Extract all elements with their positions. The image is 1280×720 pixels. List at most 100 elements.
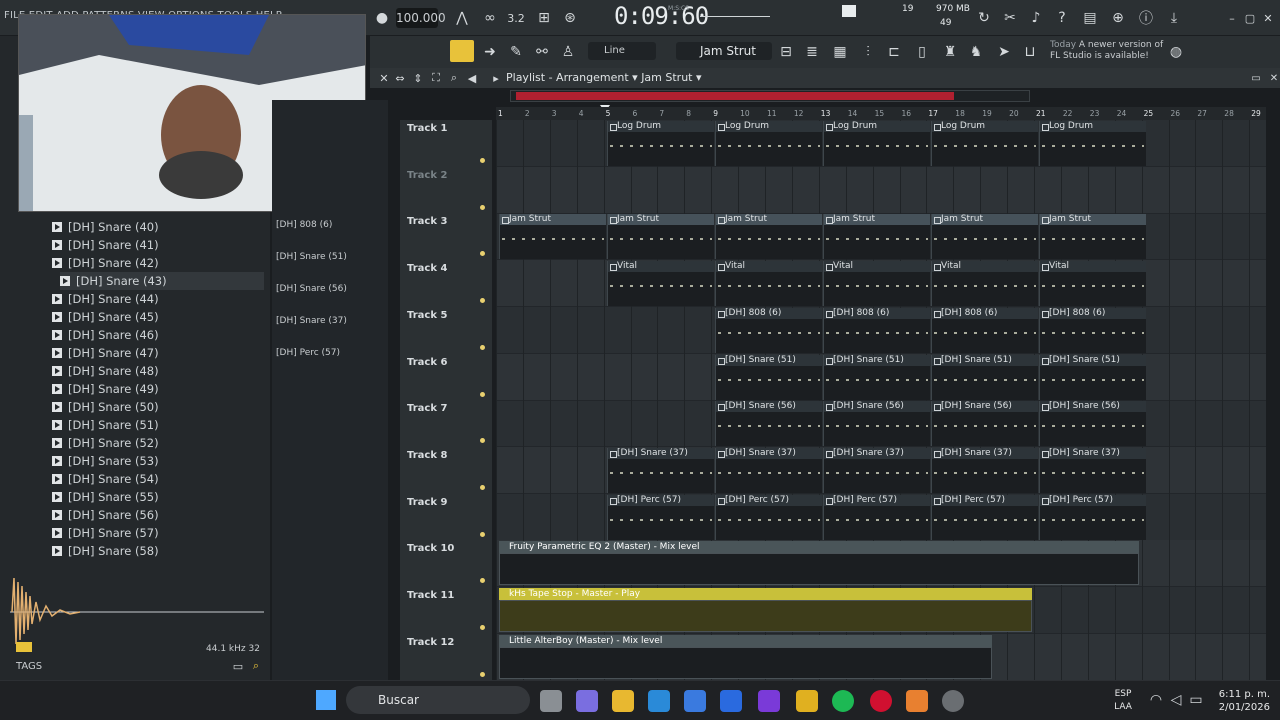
overdub-icon[interactable]: ⊛: [560, 8, 580, 28]
pattern-clip[interactable]: Vital: [1039, 261, 1146, 307]
play-arrow-icon[interactable]: [52, 240, 62, 250]
track-led-icon[interactable]: [480, 438, 485, 444]
zoom-vertical-icon[interactable]: ⇕: [408, 68, 428, 88]
pattern-clip[interactable]: Log Drum: [1039, 121, 1146, 166]
track-label[interactable]: Track 12: [407, 637, 454, 648]
cart-icon[interactable]: ⊔: [1020, 42, 1040, 62]
browser-item[interactable]: [DH] Snare (56): [52, 506, 159, 524]
globe-icon[interactable]: ◍: [1166, 42, 1186, 62]
browser-item[interactable]: [DH] Snare (49): [52, 380, 159, 398]
taskbar-search[interactable]: Buscar: [346, 686, 530, 714]
track-led-icon[interactable]: [480, 531, 485, 537]
track-label[interactable]: Track 8: [407, 450, 447, 461]
playlist-pattern[interactable]: Jam Strut: [641, 71, 692, 84]
track-row[interactable]: [496, 166, 1266, 214]
battery-icon[interactable]: ▭: [1186, 690, 1206, 710]
pattern-clip[interactable]: [DH] Snare (56): [715, 401, 822, 447]
track-label[interactable]: Track 1: [407, 123, 447, 134]
track-label[interactable]: Track 10: [407, 543, 454, 554]
play-arrow-icon[interactable]: [52, 420, 62, 430]
pattern-clip[interactable]: [DH] Snare (56): [931, 401, 1038, 447]
browser-item[interactable]: [DH] Snare (40): [52, 218, 159, 236]
help-icon[interactable]: ?: [1052, 8, 1072, 28]
pattern-clip[interactable]: [DH] Perc (57): [931, 494, 1038, 540]
link-icon[interactable]: ⚯: [532, 42, 552, 62]
routing-icon[interactable]: ⊏: [884, 42, 904, 62]
copilot-icon[interactable]: [576, 690, 598, 712]
pattern-clip[interactable]: [DH] 808 (6): [1039, 307, 1146, 353]
pattern-clip[interactable]: Jam Strut: [607, 214, 714, 260]
pattern-clip[interactable]: [DH] Snare (56): [823, 401, 930, 447]
download-icon[interactable]: ⤓: [1164, 8, 1184, 28]
browser-item[interactable]: [DH] Snare (41): [52, 236, 159, 254]
pattern-clip[interactable]: Vital: [823, 261, 930, 307]
browser-item[interactable]: [DH] Snare (52): [52, 434, 159, 452]
browser-item[interactable]: [DH] Snare (57): [52, 524, 159, 542]
pattern-clip[interactable]: [DH] 808 (6): [715, 307, 822, 353]
play-arrow-icon[interactable]: [52, 456, 62, 466]
mixer-icon[interactable]: ⊟: [776, 42, 796, 62]
play-arrow-icon[interactable]: [52, 294, 62, 304]
play-arrow-icon[interactable]: [52, 258, 62, 268]
browser-item[interactable]: [DH] Snare (47): [52, 344, 159, 362]
browser-item[interactable]: [DH] Snare (55): [52, 488, 159, 506]
magnifier-icon[interactable]: ⌕: [444, 68, 464, 88]
playlist-grid[interactable]: Log Drum Log Drum Log Drum Log Drum Log Drum…: [496, 120, 1266, 680]
pattern-clip[interactable]: Vital: [607, 261, 714, 307]
browser-item[interactable]: [DH] Snare (58): [52, 542, 159, 560]
opera-icon[interactable]: [870, 690, 892, 712]
record-icon[interactable]: ●: [372, 8, 392, 28]
pattern-clip[interactable]: [DH] 808 (6): [823, 307, 930, 353]
pattern-clip[interactable]: [DH] Perc (57): [715, 494, 822, 540]
play-arrow-icon[interactable]: [52, 492, 62, 502]
track-led-icon[interactable]: [480, 158, 485, 163]
maximize-icon[interactable]: ▢: [1240, 8, 1260, 28]
browser-item[interactable]: [DH] Snare (53): [52, 452, 159, 470]
task-view-icon[interactable]: [540, 690, 562, 712]
play-arrow-icon[interactable]: [52, 330, 62, 340]
pattern-clip[interactable]: Vital: [715, 261, 822, 307]
spotify-icon[interactable]: [832, 690, 854, 712]
pattern-clip[interactable]: Log Drum: [823, 121, 930, 166]
pattern-select[interactable]: Jam Strut: [676, 42, 772, 60]
loop-record-icon[interactable]: ∞: [480, 8, 500, 28]
eq-icon[interactable]: ⫶: [858, 42, 878, 62]
save-icon[interactable]: ▤: [1080, 8, 1100, 28]
pattern-clip[interactable]: Jam Strut: [823, 214, 930, 260]
browser-item[interactable]: [DH] Snare (43): [60, 272, 264, 290]
unity-icon[interactable]: [758, 690, 780, 712]
play-arrow-icon[interactable]: [52, 312, 62, 322]
wifi-icon[interactable]: ◠: [1146, 690, 1166, 710]
track-led-icon[interactable]: [480, 671, 485, 677]
pattern-clip[interactable]: Jam Strut: [499, 214, 606, 260]
timeline-ruler[interactable]: 1 2 3 4 5 6 7 8 9 10 11 12 13 14 15 16 17 18 19 20 21 22 23 24 2…: [496, 107, 1266, 120]
automation-clip[interactable]: [499, 600, 1032, 632]
news-panel[interactable]: Today A newer version of FL Studio is av…: [1050, 40, 1168, 62]
cut-icon[interactable]: ✂: [1000, 8, 1020, 28]
piano-roll-icon[interactable]: ≣: [802, 42, 822, 62]
play-arrow-icon[interactable]: [52, 510, 62, 520]
track-led-icon[interactable]: [480, 391, 485, 397]
play-arrow-icon[interactable]: [52, 402, 62, 412]
track-label[interactable]: Track 3: [407, 216, 447, 227]
tuner-icon[interactable]: ♞: [966, 42, 986, 62]
pattern-clip[interactable]: [DH] Snare (37): [931, 447, 1038, 493]
pattern-clip[interactable]: [DH] Perc (57): [823, 494, 930, 540]
obs-icon[interactable]: [942, 690, 964, 712]
track-led-icon[interactable]: [480, 298, 485, 304]
automation-clip[interactable]: [499, 553, 1139, 586]
volume-icon[interactable]: ◁: [1166, 690, 1186, 710]
track-label[interactable]: Track 4: [407, 263, 447, 274]
master-volume-slider[interactable]: [700, 16, 770, 17]
pattern-clip[interactable]: [DH] Snare (51): [715, 354, 822, 400]
pattern-clip[interactable]: [DH] Snare (37): [607, 447, 714, 493]
play-arrow-icon[interactable]: [52, 546, 62, 556]
track-led-icon[interactable]: [480, 204, 485, 210]
track-led-icon[interactable]: [480, 251, 485, 257]
playlist-menu-icon[interactable]: ▸: [486, 68, 506, 88]
picker-item[interactable]: [DH] Snare (37): [276, 316, 347, 326]
pattern-clip[interactable]: Log Drum: [931, 121, 1038, 166]
microphone-icon[interactable]: ♪: [1026, 8, 1046, 28]
automation-clip-label[interactable]: Fruity Parametric EQ 2 (Master) - Mix le…: [499, 541, 1139, 554]
play-arrow-icon[interactable]: [52, 384, 62, 394]
